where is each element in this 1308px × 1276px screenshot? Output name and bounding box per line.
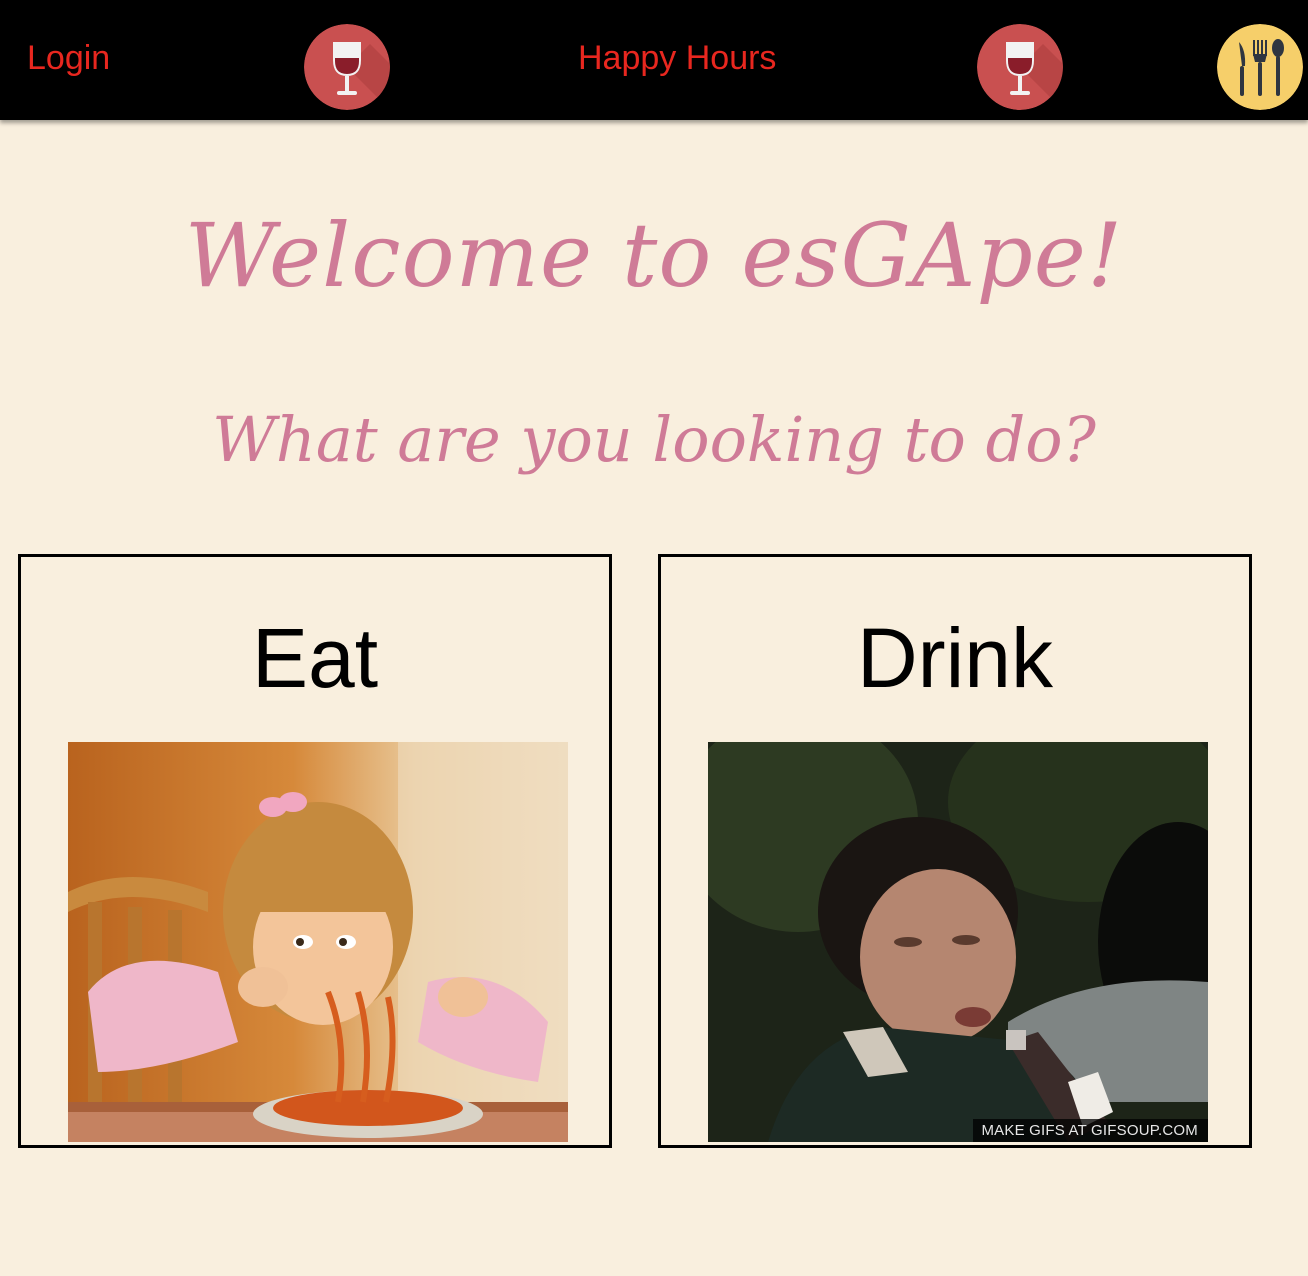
eat-image[interactable] (68, 742, 568, 1142)
drink-image[interactable]: MAKE GIFS AT GIFSOUP.COM (708, 742, 1208, 1142)
cutlery-icon[interactable] (1217, 24, 1303, 110)
page-title: Welcome to esGApe! (184, 204, 1124, 307)
eat-label[interactable]: Eat (18, 610, 612, 706)
login-link[interactable]: Login (27, 38, 110, 78)
drink-label[interactable]: Drink (658, 610, 1252, 706)
gif-watermark: MAKE GIFS AT GIFSOUP.COM (973, 1119, 1208, 1142)
navbar: Login Happy Hours (0, 0, 1308, 120)
wine-glass-icon[interactable] (977, 24, 1063, 110)
page-subtitle: What are you looking to do? (212, 403, 1096, 476)
wine-glass-icon[interactable] (304, 24, 390, 110)
happy-hours-link[interactable]: Happy Hours (578, 38, 776, 78)
